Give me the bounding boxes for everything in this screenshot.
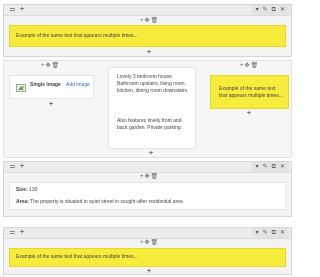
row-1: + ▾ ✎ ⧉ ✕ + ✥ 🗑 Example of the same text… [3,4,292,57]
row-3-toolbar: ▾ ✎ ⧉ ✕ [251,162,289,172]
single-image-block[interactable]: Single Image Add image [9,75,94,99]
text-block-highlighted[interactable]: Example of the same text that appears mu… [210,75,289,109]
area-label: Area: [16,199,29,205]
column-controls: + ✥ 🗑 [140,174,158,180]
delete-icon[interactable]: 🗑 [151,18,159,24]
column-1-controls: + ✥ 🗑 [41,63,59,69]
edit-icon[interactable]: ✎ [263,164,268,170]
move-icon[interactable]: ✥ [145,174,150,180]
add-icon[interactable]: + [240,63,244,69]
image-block-title: Single Image [30,82,61,88]
add-block-icon[interactable]: + [49,101,53,108]
duplicate-icon[interactable]: ⧉ [272,7,276,13]
duplicate-icon[interactable]: ⧉ [272,164,276,170]
block-text: Example of the same text that appears mu… [16,254,138,260]
add-icon[interactable]: + [20,6,24,13]
add-icon[interactable]: + [140,18,144,24]
row-2: + ✥ 🗑 Single Image Add image + Lovely 3 … [3,60,292,158]
row-4: + ▾ ✎ ⧉ ✕ + ✥ 🗑 Example of the same text… [3,227,292,275]
description-paragraph-2: Also features lovely front and back gard… [117,118,183,131]
column-controls: + ✥ 🗑 [140,240,158,246]
add-block-icon[interactable]: + [147,268,151,275]
add-icon[interactable]: + [140,174,144,180]
chevron-down-icon[interactable]: ▾ [256,230,259,236]
row-1-toolbar: ▾ ✎ ⧉ ✕ [251,5,289,15]
block-text: Example of the same text that appears mu… [16,33,138,39]
add-image-link[interactable]: Add image [66,82,90,89]
move-icon[interactable]: ✥ [46,63,51,69]
block-text: Example of the same text that appears mu… [219,86,283,99]
drag-handle-icon[interactable] [10,7,15,12]
add-icon[interactable]: + [41,63,45,69]
edit-icon[interactable]: ✎ [263,230,268,236]
move-icon[interactable]: ✥ [145,18,150,24]
drag-handle-icon[interactable] [10,164,15,169]
description-text-block[interactable]: Lovely 3 bedroom house. Bathroom upstair… [108,67,196,149]
row-1-header: + ▾ ✎ ⧉ ✕ [4,5,291,16]
remove-icon[interactable]: ✕ [280,7,285,13]
move-icon[interactable]: ✥ [245,63,250,69]
drag-handle-icon[interactable] [10,230,15,235]
size-label: Size: [16,187,28,193]
column-3-controls: + ✥ 🗑 [240,63,258,69]
row-3: + ▾ ✎ ⧉ ✕ + ✥ 🗑 Size: 130 Area: The prop… [3,161,292,217]
chevron-down-icon[interactable]: ▾ [256,7,259,13]
property-details-block[interactable]: Size: 130 Area: The property is situated… [9,182,286,210]
remove-icon[interactable]: ✕ [280,164,285,170]
add-icon[interactable]: + [20,163,24,170]
add-icon[interactable]: + [20,229,24,236]
add-block-icon[interactable]: + [149,150,153,157]
delete-icon[interactable]: 🗑 [52,63,60,69]
size-line: Size: 130 [16,187,37,194]
image-icon [16,84,26,92]
area-line: Area: The property is situated in quiet … [16,199,183,206]
delete-icon[interactable]: 🗑 [251,63,259,69]
edit-icon[interactable]: ✎ [263,7,268,13]
size-value: 130 [29,187,38,193]
chevron-down-icon[interactable]: ▾ [256,164,259,170]
add-block-icon[interactable]: + [147,49,151,56]
area-value: The property is situated in quiet street… [30,199,183,205]
duplicate-icon[interactable]: ⧉ [272,230,276,236]
remove-icon[interactable]: ✕ [280,230,285,236]
text-block-highlighted[interactable]: Example of the same text that appears mu… [9,248,286,267]
description-paragraph-1: Lovely 3 bedroom house. Bathroom upstair… [117,74,189,94]
row-4-header: + ▾ ✎ ⧉ ✕ [4,228,291,239]
move-icon[interactable]: ✥ [145,240,150,246]
delete-icon[interactable]: 🗑 [151,174,159,180]
row-4-toolbar: ▾ ✎ ⧉ ✕ [251,228,289,238]
text-block-highlighted[interactable]: Example of the same text that appears mu… [9,25,286,47]
row-3-header: + ▾ ✎ ⧉ ✕ [4,162,291,173]
add-block-icon[interactable]: + [247,110,251,117]
page-builder-canvas: + ▾ ✎ ⧉ ✕ + ✥ 🗑 Example of the same text… [0,0,300,277]
column-controls: + ✥ 🗑 [140,18,158,24]
delete-icon[interactable]: 🗑 [151,240,159,246]
add-icon[interactable]: + [140,240,144,246]
